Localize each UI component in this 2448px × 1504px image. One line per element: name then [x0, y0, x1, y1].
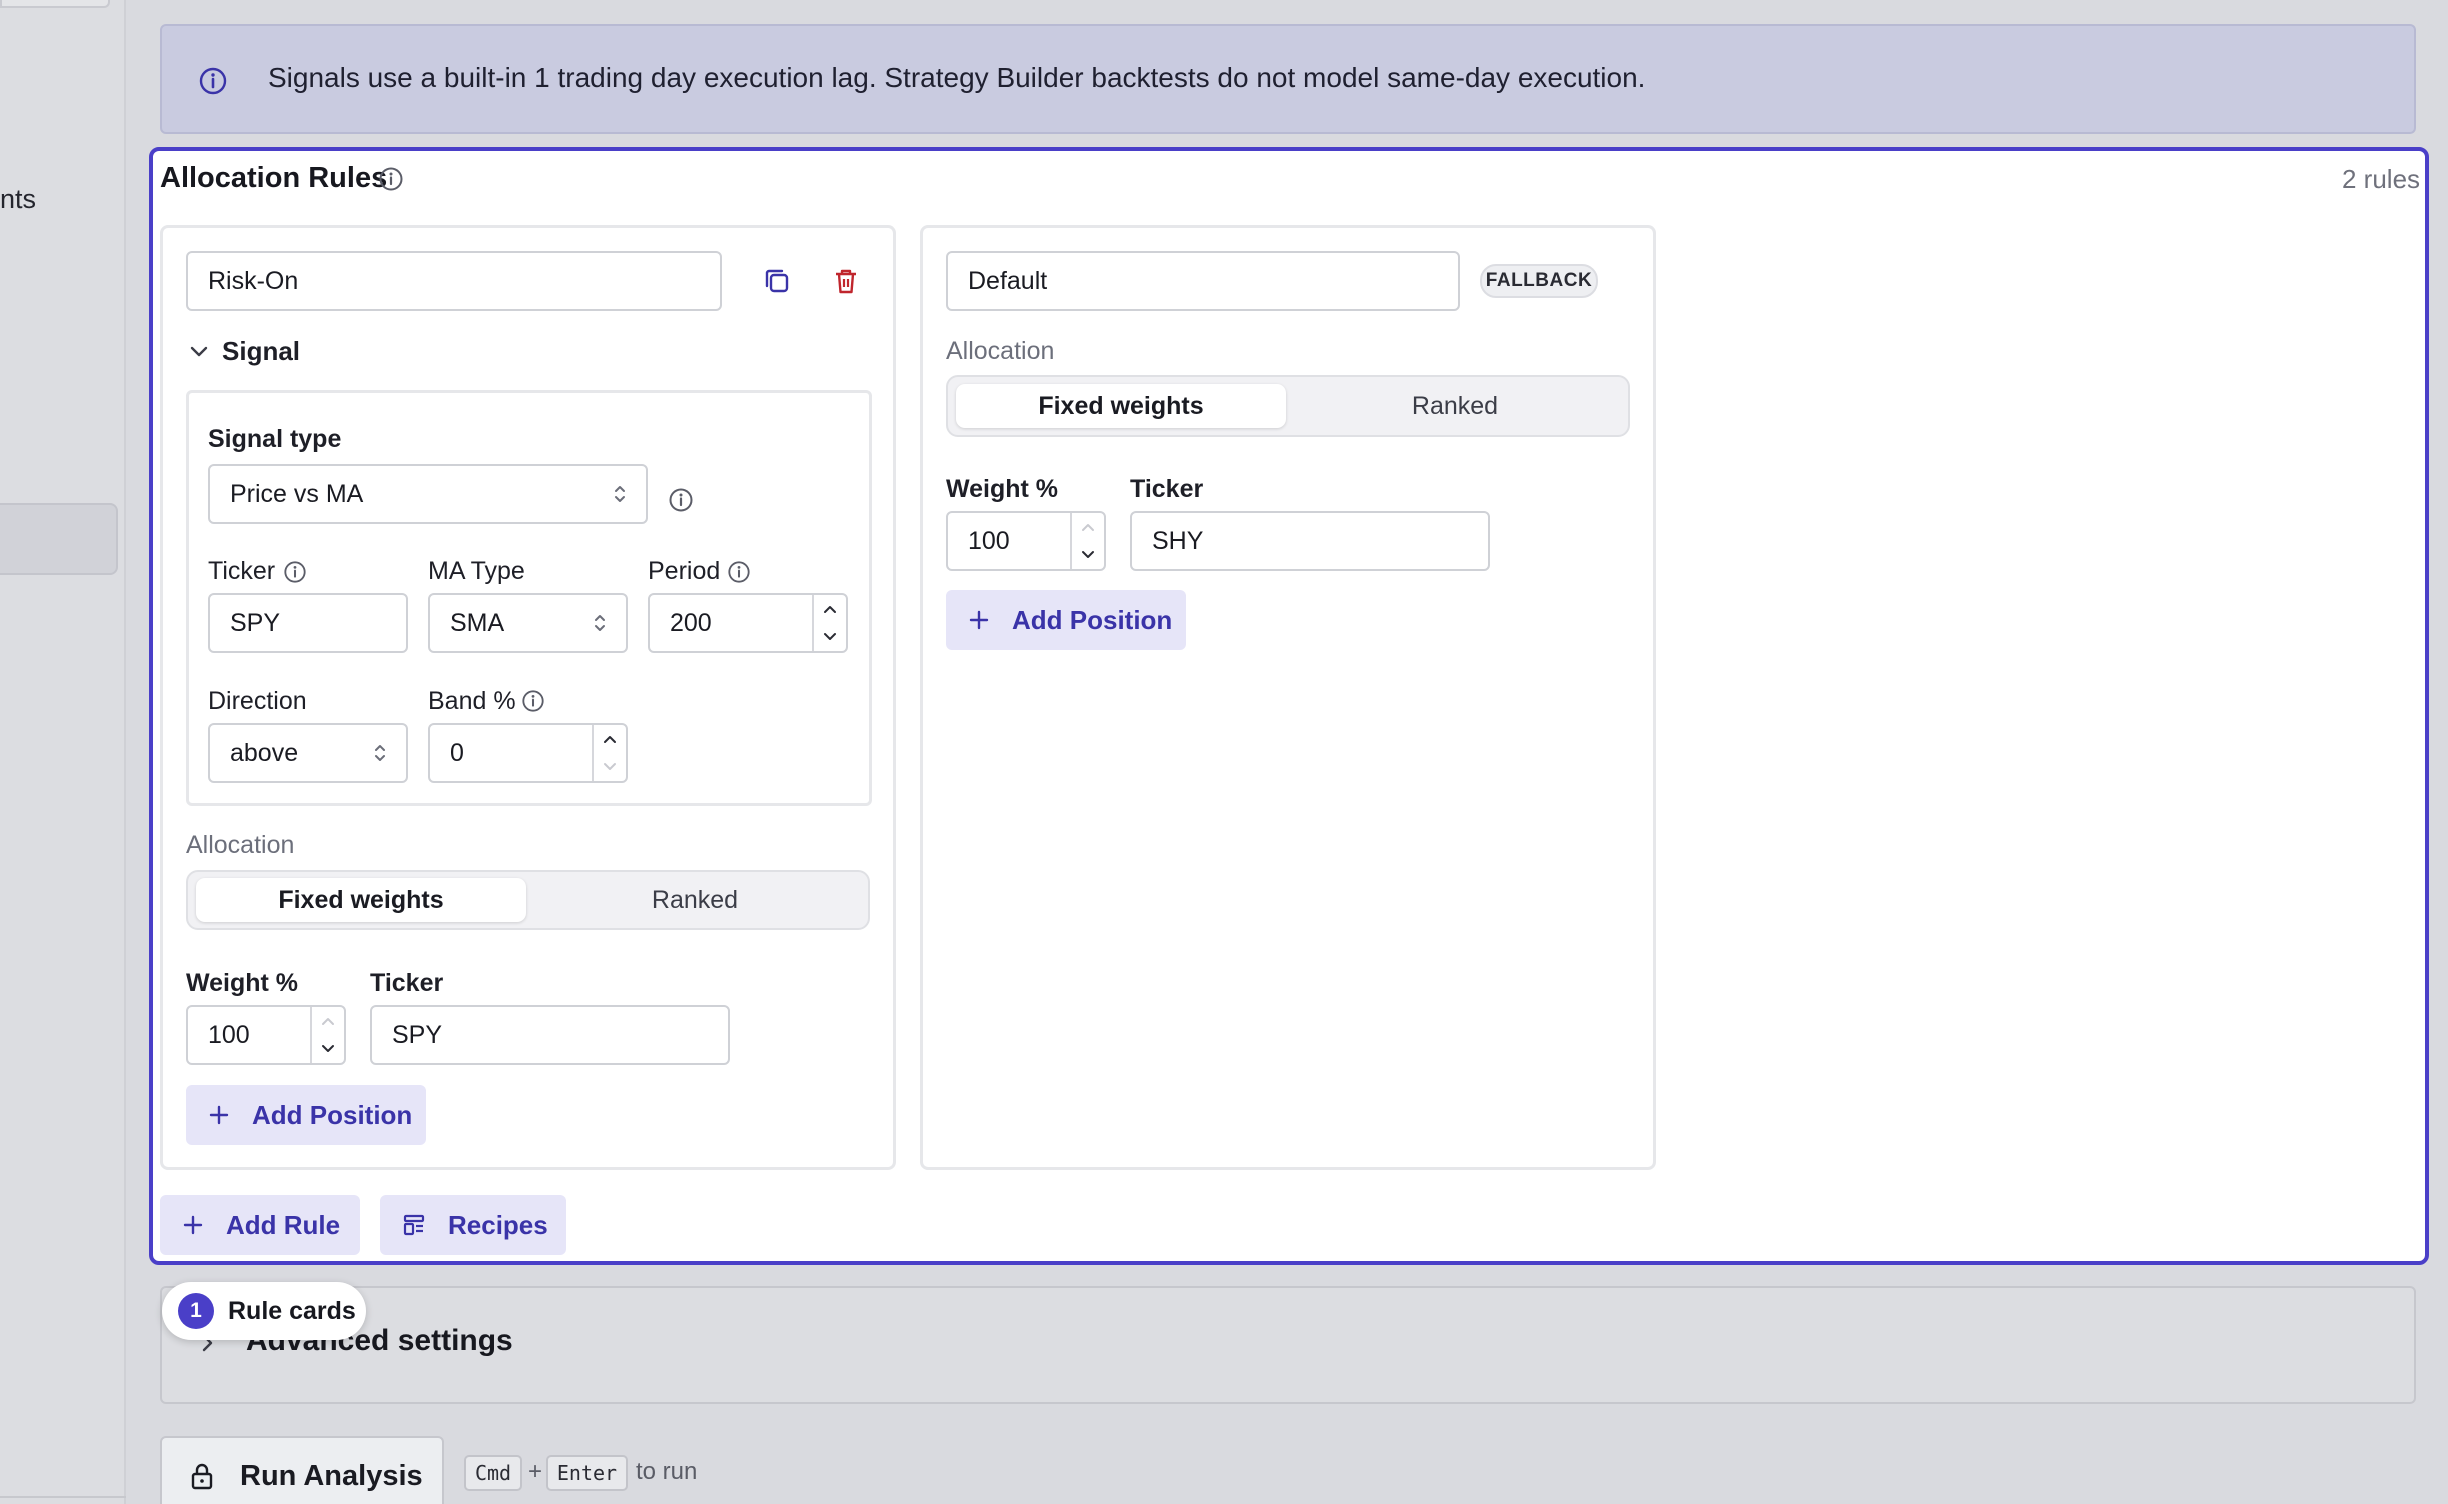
banner-text: Signals use a built-in 1 trading day exe… [268, 62, 1646, 93]
period-input[interactable]: 200 [648, 593, 848, 653]
weight-value: 100 [208, 1020, 250, 1049]
sidebar-top-card [0, 0, 110, 8]
kbd-cmd: Cmd [464, 1455, 522, 1491]
recipes-icon [402, 1213, 426, 1237]
mode-ranked[interactable]: Ranked [530, 878, 860, 922]
run-analysis-button[interactable]: Run Analysis [160, 1436, 444, 1504]
direction-select[interactable]: above [208, 723, 408, 783]
ticker-label: Ticker [1130, 475, 1204, 503]
fallback-badge: FALLBACK [1480, 264, 1598, 298]
sidebar: nts [0, 0, 126, 1504]
chevron-up-icon[interactable] [814, 595, 846, 623]
run-hint-text: to run [636, 1458, 698, 1485]
band-input[interactable]: 0 [428, 723, 628, 783]
trash-icon[interactable] [831, 266, 861, 301]
band-stepper[interactable] [592, 725, 626, 781]
info-icon[interactable] [727, 560, 751, 589]
select-arrows-icon [592, 611, 608, 635]
select-arrows-icon [612, 482, 628, 506]
recipes-label: Recipes [448, 1209, 548, 1240]
tour-step-number: 1 [178, 1293, 214, 1329]
period-label: Period [648, 557, 721, 585]
rule-count: 2 rules [2342, 164, 2421, 194]
weight-input[interactable]: 100 [186, 1005, 346, 1065]
plus-icon [208, 1104, 230, 1126]
duplicate-icon[interactable] [762, 266, 792, 301]
signal-type-select[interactable]: Price vs MA [208, 464, 648, 524]
plus-icon [968, 609, 990, 631]
info-icon[interactable] [283, 560, 307, 589]
info-banner: Signals use a built-in 1 trading day exe… [160, 24, 2416, 134]
mode-fixed-weights[interactable]: Fixed weights [196, 878, 526, 922]
recipes-button[interactable]: Recipes [380, 1195, 566, 1255]
sidebar-item-label[interactable]: nts [0, 184, 36, 215]
weight-label: Weight % [186, 969, 299, 997]
mode-ranked[interactable]: Ranked [1290, 384, 1620, 428]
weight-label: Weight % [946, 475, 1059, 503]
lock-icon [190, 1462, 214, 1490]
tour-step-label: Rule cards [228, 1296, 356, 1325]
ma-type-label: MA Type [428, 557, 525, 585]
kbd-enter: Enter [546, 1455, 628, 1491]
info-icon[interactable] [521, 689, 545, 718]
period-value: 200 [670, 608, 712, 637]
chevron-down-icon[interactable] [188, 340, 210, 367]
chevron-down-icon[interactable] [814, 623, 846, 651]
ticker-label: Ticker [208, 557, 276, 585]
add-position-button[interactable]: Add Position [186, 1085, 426, 1145]
chevron-down-icon[interactable] [594, 753, 626, 781]
rule-card [920, 225, 1656, 1170]
allocation-label: Allocation [186, 831, 295, 859]
info-icon[interactable] [668, 487, 694, 518]
direction-value: above [230, 738, 299, 767]
allocation-mode-toggle: Fixed weights Ranked [946, 375, 1630, 437]
chevron-up-icon[interactable] [594, 725, 626, 753]
add-position-label: Add Position [1012, 604, 1173, 635]
select-arrows-icon [372, 741, 388, 765]
add-rule-label: Add Rule [226, 1209, 341, 1240]
chevron-down-icon[interactable] [312, 1035, 344, 1063]
run-analysis-label: Run Analysis [240, 1459, 423, 1492]
add-rule-button[interactable]: Add Rule [160, 1195, 360, 1255]
rule-name-input[interactable]: Risk-On [186, 251, 722, 311]
weight-input[interactable]: 100 [946, 511, 1106, 571]
allocation-label: Allocation [946, 337, 1055, 365]
signal-type-label: Signal type [208, 425, 342, 453]
rule-name-input[interactable]: Default [946, 251, 1460, 311]
info-icon [198, 66, 228, 101]
direction-label: Direction [208, 687, 307, 715]
position-ticker-input[interactable]: SHY [1130, 511, 1490, 571]
chevron-down-icon[interactable] [1072, 541, 1104, 569]
add-position-button[interactable]: Add Position [946, 590, 1186, 650]
band-label: Band % [428, 687, 516, 715]
ticker-label: Ticker [370, 969, 444, 997]
sidebar-divider [0, 1496, 126, 1498]
weight-value: 100 [968, 526, 1010, 555]
kbd-plus: + [528, 1458, 543, 1485]
signal-section-toggle[interactable]: Signal [222, 336, 300, 367]
signal-type-value: Price vs MA [230, 479, 364, 508]
weight-stepper[interactable] [310, 1007, 344, 1063]
signal-ticker-input[interactable]: SPY [208, 593, 408, 653]
period-stepper[interactable] [812, 595, 846, 651]
position-ticker-input[interactable]: SPY [370, 1005, 730, 1065]
band-value: 0 [450, 738, 464, 767]
mode-fixed-weights[interactable]: Fixed weights [956, 384, 1286, 428]
panel-title: Allocation Rules [160, 162, 388, 194]
sidebar-item-selected[interactable] [0, 503, 118, 575]
tour-step-pill[interactable]: 1 Rule cards [162, 1282, 366, 1340]
weight-stepper[interactable] [1070, 513, 1104, 569]
allocation-mode-toggle: Fixed weights Ranked [186, 870, 870, 930]
plus-icon [182, 1214, 204, 1236]
add-position-label: Add Position [252, 1099, 413, 1130]
ma-type-select[interactable]: SMA [428, 593, 628, 653]
ma-type-value: SMA [450, 608, 505, 637]
chevron-up-icon[interactable] [1072, 513, 1104, 541]
info-icon[interactable] [378, 166, 404, 197]
chevron-up-icon[interactable] [312, 1007, 344, 1035]
